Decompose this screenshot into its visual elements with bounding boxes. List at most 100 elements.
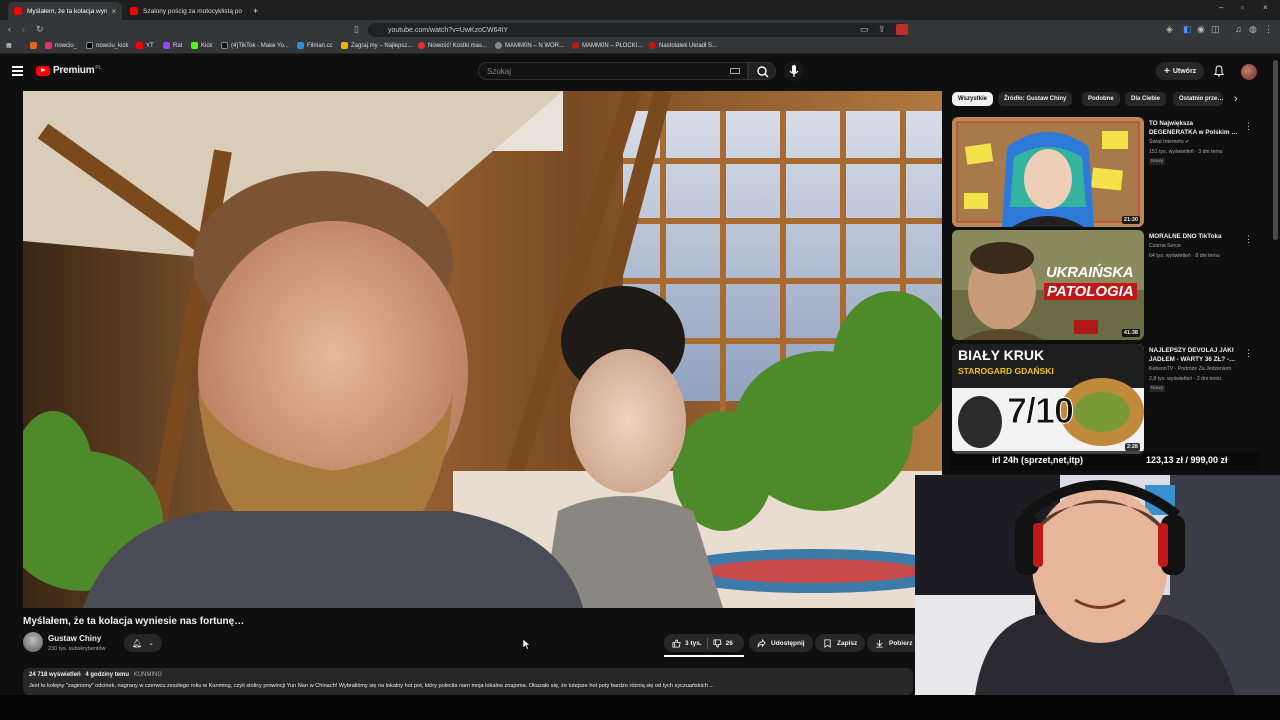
keyboard-icon[interactable]	[730, 68, 740, 74]
video-thumbnail[interactable]: 21:30	[952, 117, 1144, 227]
bookmark-item[interactable]: MAMM0N – PŁOCKI...	[572, 42, 642, 49]
related-video-channel[interactable]: Czarne Serce	[1149, 243, 1181, 249]
close-window-icon[interactable]: ×	[1263, 3, 1268, 12]
dislike-count: 26	[725, 639, 733, 647]
youtube-logo[interactable]: Premium PL	[36, 65, 102, 76]
related-video[interactable]: UKRAIŃSKA PATOLOGIA 41:38 MORALNE DNO Ti…	[950, 230, 1270, 340]
download-button[interactable]: Pobierz	[867, 634, 921, 652]
thumbnail-caption: STAROGARD GDAŃSKI	[958, 366, 1054, 376]
mammon-icon	[495, 42, 502, 49]
view-count: 24 718 wyświetleń	[29, 672, 81, 678]
related-video-title[interactable]: TO Największa DEGENERATKA w Polskim …	[1149, 120, 1239, 137]
related-video-title[interactable]: MORALNE DNO TikToka	[1149, 233, 1239, 242]
minimize-icon[interactable]: –	[1219, 3, 1223, 12]
close-tab-icon[interactable]: ×	[111, 7, 116, 16]
cast-icon[interactable]: ▭	[860, 24, 869, 35]
chip-related[interactable]: Podobne	[1082, 92, 1120, 106]
chip-from-channel[interactable]: Źródło: Gustaw Chiny	[998, 92, 1073, 106]
webcam-image	[915, 475, 1280, 695]
address-bar[interactable]: youtube.com/watch?v=UwKzoCW64tY	[368, 23, 908, 37]
subscription-notifications-button[interactable]: 🔔︎ ⌄	[124, 634, 162, 652]
extension-icon[interactable]: ◉	[1197, 24, 1205, 35]
back-icon[interactable]: ‹	[8, 24, 11, 34]
thumbnail-caption: PATOLOGIA	[1044, 283, 1137, 300]
voice-search-button[interactable]	[784, 61, 804, 81]
share-icon[interactable]: ⇪	[878, 24, 886, 35]
bookmark-icon[interactable]: ▯	[354, 24, 359, 35]
bookmark-item[interactable]: YT	[136, 42, 154, 49]
extension-icon[interactable]: ◈	[1166, 24, 1173, 35]
filman-icon	[297, 42, 304, 49]
description-meta: 24 718 wyświetleń 4 godziny temu KUNMING	[29, 672, 162, 678]
youtube-play-icon	[36, 65, 50, 76]
puzzle-icon[interactable]: ◫	[1211, 24, 1220, 35]
channel-avatar[interactable]	[23, 632, 43, 652]
reload-icon[interactable]: ↻	[36, 24, 44, 35]
related-video[interactable]: BIAŁY KRUK STAROGARD GDAŃSKI 7/10 2:28 N…	[950, 344, 1270, 454]
create-button[interactable]: + Utwórz	[1156, 62, 1205, 80]
video-thumbnail[interactable]: BIAŁY KRUK STAROGARD GDAŃSKI 7/10 2:28	[952, 344, 1144, 454]
share-button[interactable]: Udostępnij	[749, 634, 813, 652]
video-thumbnail[interactable]: UKRAIŃSKA PATOLOGIA 41:38	[952, 230, 1144, 340]
new-tab-button[interactable]: +	[250, 2, 264, 20]
bookmark-item[interactable]: nowciu_	[45, 42, 77, 49]
related-video-title[interactable]: NAJLEPSZY DEVOLAJ JAKI JADŁEM - WARTY 36…	[1149, 347, 1239, 364]
bookmark-item[interactable]: Nowość! Kostki mas...	[418, 42, 487, 49]
bookmark-item[interactable]: Zagraj.my – Najlepsz...	[341, 42, 412, 49]
like-count: 3 tys.	[685, 639, 702, 647]
maximize-icon[interactable]: ▫	[1241, 3, 1244, 12]
menu-icon[interactable]: ⋮	[1264, 24, 1273, 35]
bookmark-item[interactable]: MAMM0N – N WOR...	[495, 42, 564, 49]
browser-tab[interactable]: Szalony pościg za motocyklistą po n…	[124, 2, 248, 20]
more-options-icon[interactable]: ⋮	[1244, 348, 1253, 359]
user-avatar[interactable]	[1241, 64, 1257, 80]
bookmark-label: MAMM0N – PŁOCKI...	[582, 42, 643, 49]
bookmark-item[interactable]: (4)TikTok - Make Yo...	[221, 42, 289, 49]
bookmark-item[interactable]: Kick	[191, 42, 212, 49]
instagram-icon	[45, 42, 52, 49]
channel-name: Świat Internetu	[1149, 139, 1184, 145]
hashtag[interactable]: KUNMING	[134, 672, 162, 678]
like-dislike-group: 3 tys. 26	[664, 634, 744, 652]
extension-icon[interactable]: ◧	[1183, 24, 1192, 35]
more-options-icon[interactable]: ⋮	[1244, 121, 1253, 132]
subscriber-count: 230 tys. subskrybentów	[48, 646, 106, 652]
video-duration: 41:38	[1121, 329, 1140, 337]
bookmark-item[interactable]: Rat	[163, 42, 182, 49]
save-button[interactable]: Zapisz	[815, 634, 866, 652]
channel-name[interactable]: Gustaw Chiny	[48, 634, 101, 643]
video-player[interactable]	[23, 91, 942, 608]
chip-all[interactable]: Wszystkie	[952, 92, 994, 106]
related-video[interactable]: 21:30 TO Największa DEGENERATKA w Polski…	[950, 117, 1270, 227]
video-duration: 2:28	[1124, 443, 1140, 451]
thumbnail-caption: UKRAIŃSKA	[1046, 264, 1134, 281]
bookmark-item[interactable]: nowciu_kick	[86, 42, 128, 49]
extension-icon[interactable]	[896, 24, 908, 35]
x-icon	[86, 42, 93, 49]
bookmark-item[interactable]: Nastolatek Ukradł S...	[649, 42, 717, 49]
notifications-icon[interactable]	[1213, 65, 1225, 77]
logo-region: PL	[95, 64, 102, 71]
description-box[interactable]: 24 718 wyświetleń 4 godziny temu KUNMING…	[23, 668, 913, 695]
chip-for-you[interactable]: Dla Ciebie	[1125, 92, 1167, 106]
media-icon[interactable]: ♫	[1235, 24, 1242, 34]
browser-tab-active[interactable]: Myślałem, że ta kolacja wynie… ×	[8, 2, 122, 20]
chip-recently[interactable]: Ostatnio prze…	[1173, 92, 1223, 106]
chevron-right-icon[interactable]: ›	[1234, 93, 1238, 105]
bookmark-item[interactable]: Filman.cc	[297, 42, 333, 49]
hamburger-menu-icon[interactable]	[12, 66, 23, 76]
scrollbar[interactable]	[1273, 60, 1278, 240]
profile-icon[interactable]: ◍	[1249, 24, 1257, 35]
search-button[interactable]	[748, 62, 776, 80]
bookmark-item[interactable]	[30, 42, 40, 49]
bottom-bar	[0, 695, 1280, 720]
more-options-icon[interactable]: ⋮	[1244, 234, 1253, 245]
apps-icon[interactable]: ▦	[6, 42, 12, 49]
related-video-channel[interactable]: Świat Internetu ✔	[1149, 139, 1189, 145]
dislike-button[interactable]: 26	[713, 638, 733, 648]
related-video-channel[interactable]: KebsonTV - Podróże Za Jedzeniem	[1149, 366, 1231, 372]
thumbs-up-icon	[672, 638, 681, 648]
search-input[interactable]: Szukaj	[478, 62, 748, 80]
like-button[interactable]: 3 tys.	[672, 638, 702, 648]
forward-icon[interactable]: ›	[22, 24, 25, 34]
